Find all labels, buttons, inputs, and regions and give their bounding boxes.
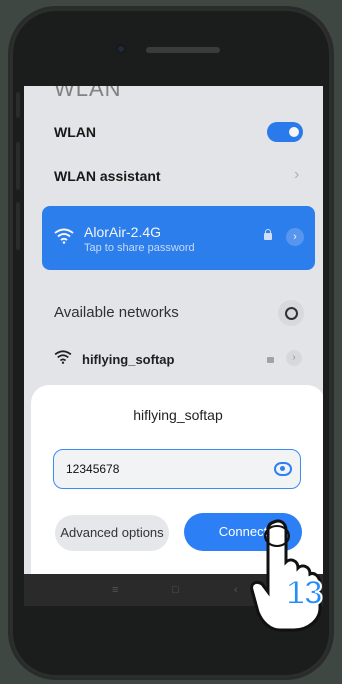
home-nav-icon[interactable]: □ — [172, 584, 179, 596]
phone-top-bezel — [10, 8, 332, 92]
camera-icon — [116, 44, 126, 54]
step-number-badge: 13 — [285, 573, 324, 613]
show-password-icon[interactable] — [274, 462, 292, 476]
volume-up-button — [16, 142, 20, 190]
side-button — [16, 92, 20, 118]
password-field-container — [53, 449, 301, 489]
advanced-options-button[interactable]: Advanced options — [55, 515, 169, 551]
speaker-grille — [146, 47, 220, 53]
back-nav-icon[interactable]: ‹ — [234, 584, 238, 596]
menu-nav-icon[interactable]: ≡ — [112, 584, 118, 596]
password-input[interactable] — [64, 458, 268, 480]
volume-down-button — [16, 202, 20, 250]
dialog-title: hiflying_softap — [133, 407, 223, 423]
